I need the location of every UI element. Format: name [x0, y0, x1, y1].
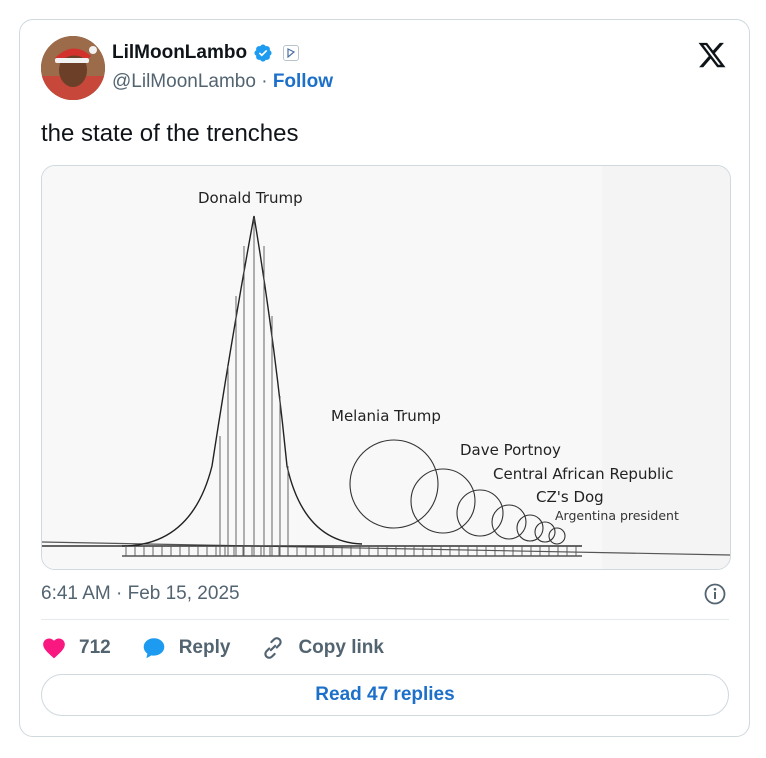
- label-cz-dog: CZ's Dog: [536, 488, 604, 506]
- reply-icon: [143, 638, 164, 659]
- label-argentina-president: Argentina president: [555, 508, 679, 523]
- follow-button[interactable]: Follow: [273, 71, 333, 92]
- action-bar: 712 Reply Copy link: [41, 632, 414, 664]
- rollercoaster-image: Donald Trump Melania Trump Dave Portnoy …: [42, 166, 730, 569]
- label-donald-trump: Donald Trump: [198, 189, 303, 207]
- affiliate-badge-icon: [283, 45, 300, 61]
- handle[interactable]: @LilMoonLambo: [112, 71, 256, 92]
- copy-link-label: Copy link: [298, 637, 384, 658]
- like-count: 712: [79, 637, 111, 658]
- label-dave-portnoy: Dave Portnoy: [460, 441, 561, 459]
- reply-button[interactable]: Reply: [141, 635, 231, 661]
- like-button[interactable]: 712: [41, 635, 111, 661]
- x-logo-icon[interactable]: [697, 40, 727, 70]
- separator: ·: [261, 71, 268, 92]
- tweet-card: LilMoonLambo @LilMoonLambo · Follow the …: [19, 19, 750, 737]
- divider: [41, 619, 729, 620]
- copy-link-button[interactable]: Copy link: [260, 635, 384, 661]
- tweet-text: the state of the trenches: [41, 120, 299, 147]
- read-replies-button[interactable]: Read 47 replies: [41, 674, 729, 716]
- verified-icon: [254, 44, 272, 62]
- avatar[interactable]: [41, 36, 105, 100]
- heart-icon: [43, 638, 65, 659]
- timestamp[interactable]: 6:41 AM · Feb 15, 2025: [41, 583, 240, 605]
- label-central-african-republic: Central African Republic: [493, 465, 674, 483]
- display-name[interactable]: LilMoonLambo: [112, 42, 247, 64]
- tweet-image[interactable]: Donald Trump Melania Trump Dave Portnoy …: [41, 165, 731, 570]
- reply-label: Reply: [178, 637, 231, 658]
- info-icon[interactable]: [703, 582, 727, 606]
- label-melania-trump: Melania Trump: [331, 407, 441, 425]
- link-icon: [264, 637, 283, 659]
